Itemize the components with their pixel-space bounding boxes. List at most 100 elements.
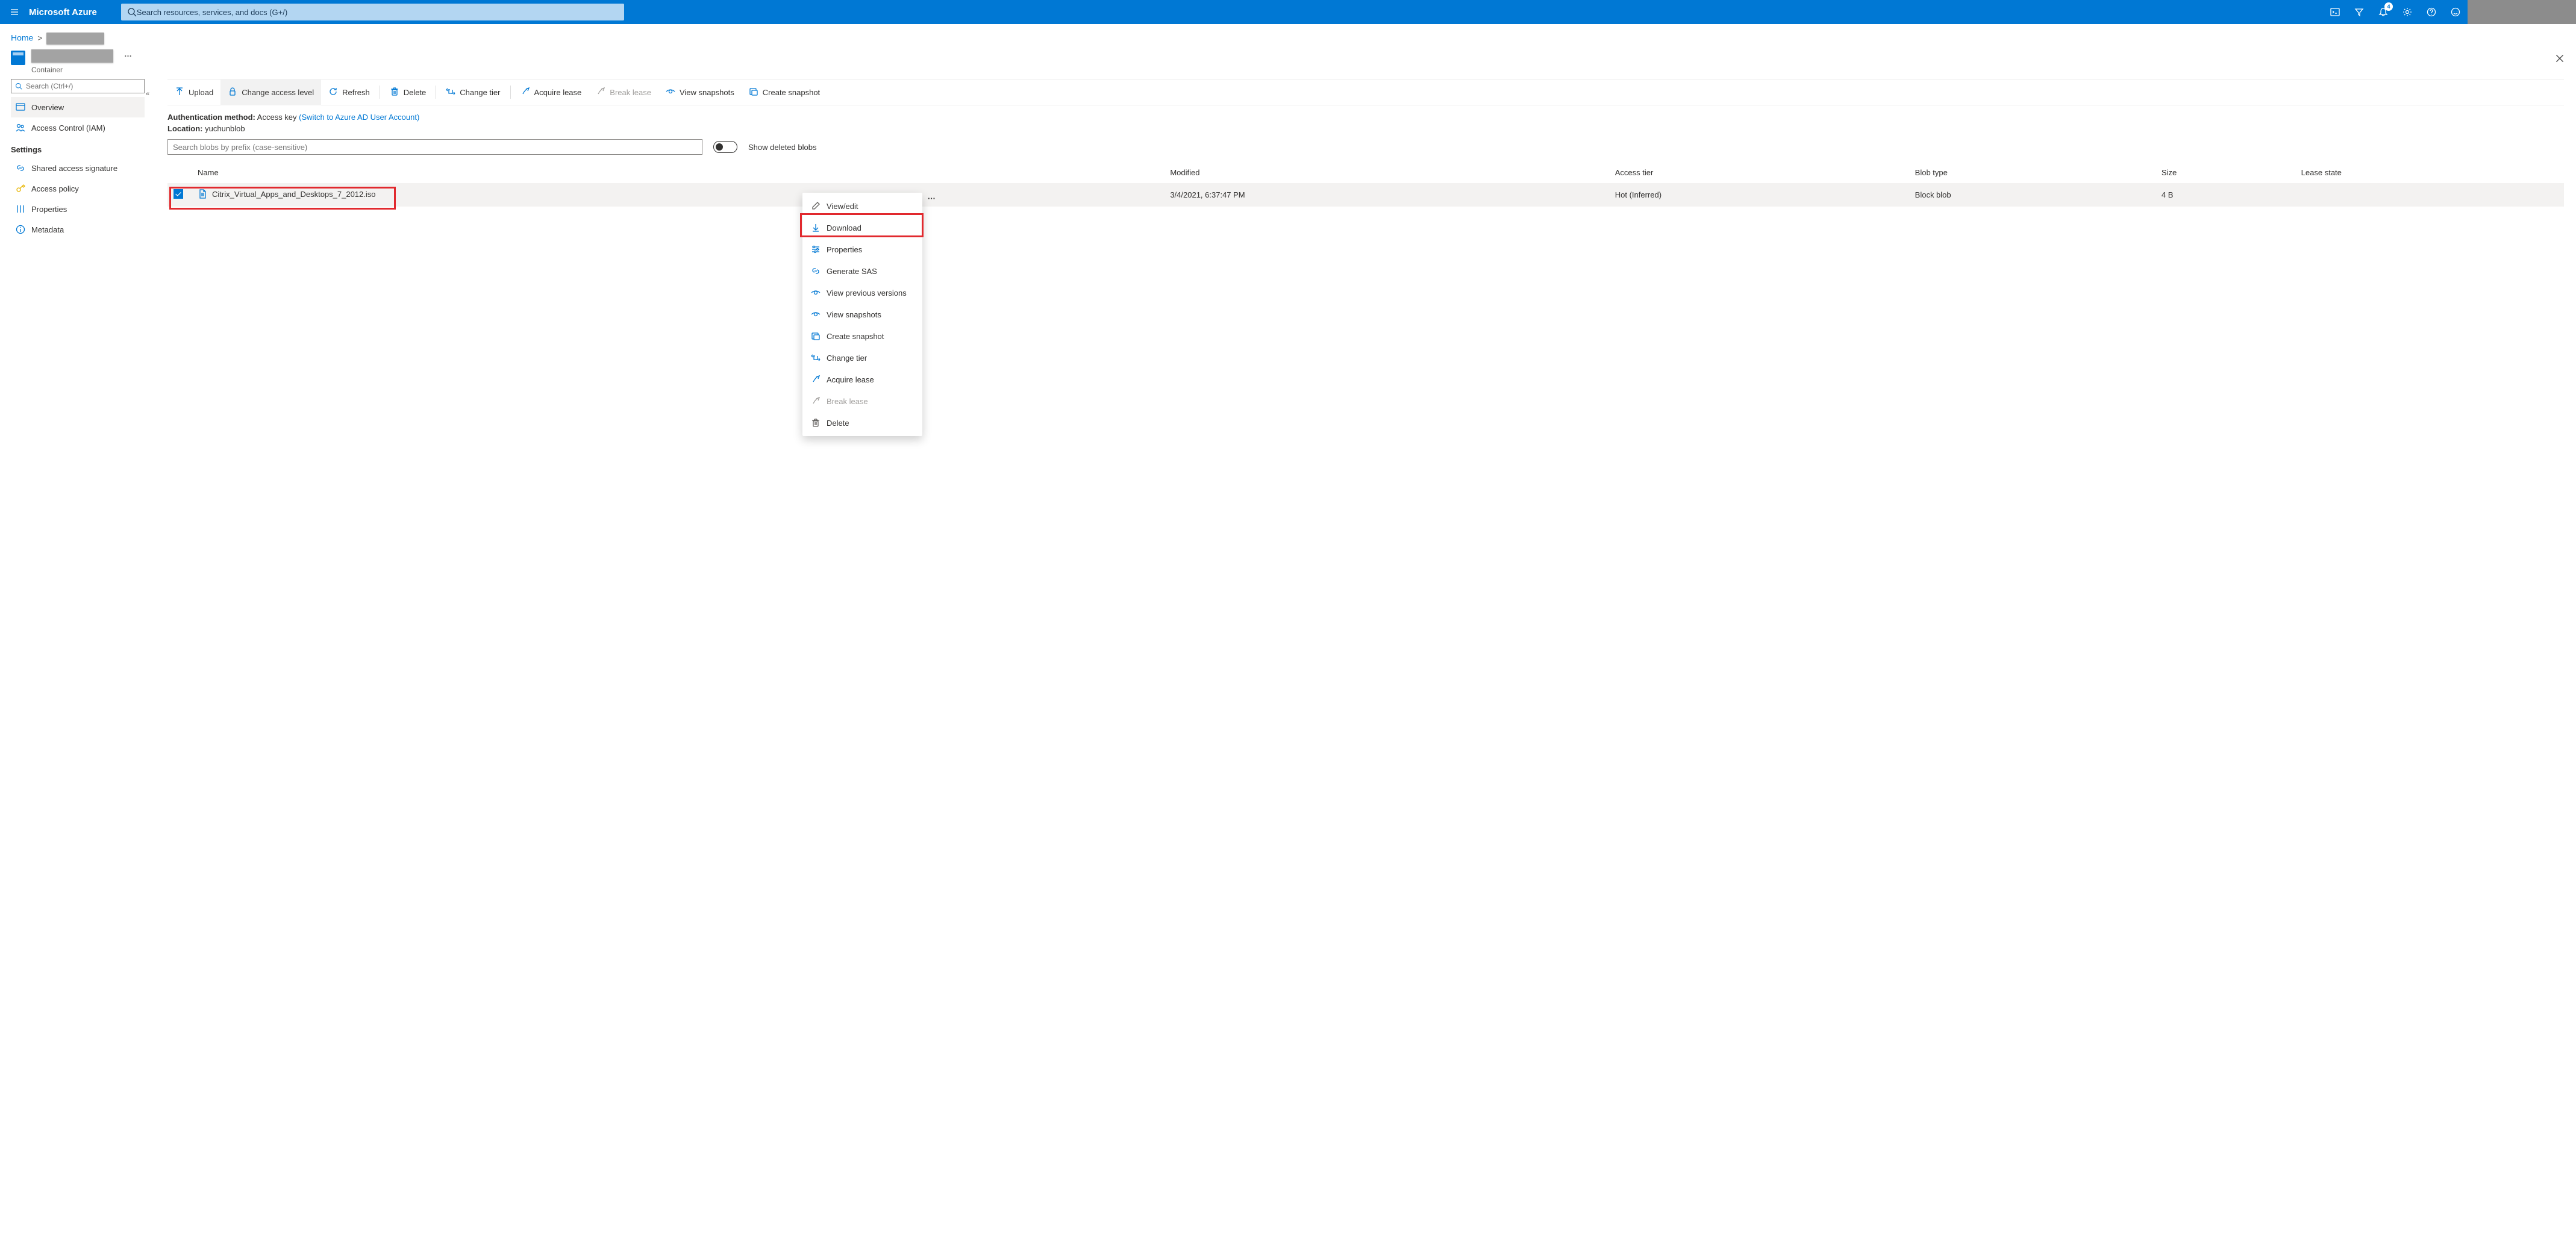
- column-header[interactable]: Size: [2156, 162, 2295, 183]
- break-lease-icon: [811, 396, 821, 406]
- trash-icon: [390, 87, 399, 96]
- row-checkbox[interactable]: [174, 189, 183, 199]
- context-delete[interactable]: Delete: [802, 412, 922, 434]
- lease-icon: [811, 375, 821, 384]
- lock-icon: [228, 87, 237, 96]
- change-access-level-button[interactable]: Change access level: [220, 79, 321, 105]
- switch-auth-link[interactable]: (Switch to Azure AD User Account): [299, 113, 419, 122]
- cloud-shell-icon: [2330, 7, 2340, 17]
- sidebar-item-metadata[interactable]: Metadata: [11, 219, 145, 240]
- container-icon: [11, 51, 25, 65]
- cell-blob-type: Block blob: [1909, 183, 2156, 207]
- context-view-edit[interactable]: View/edit: [802, 195, 922, 217]
- help-icon: [2427, 7, 2436, 17]
- sidebar-item-shared-access-signature[interactable]: Shared access signature: [11, 158, 145, 178]
- sidebar-item-properties[interactable]: Properties: [11, 199, 145, 219]
- cell-access-tier: Hot (Inferred): [1609, 183, 1909, 207]
- context-item-label: Download: [827, 223, 861, 232]
- context-download[interactable]: Download: [802, 217, 922, 238]
- context-item-label: Create snapshot: [827, 332, 884, 341]
- blob-table: NameModifiedAccess tierBlob typeSizeLeas…: [167, 162, 2564, 207]
- toolbar-button-label: Create snapshot: [763, 88, 820, 97]
- cloud-shell-button[interactable]: [2323, 0, 2347, 24]
- smile-icon: [2451, 7, 2460, 17]
- column-header[interactable]: Access tier: [1609, 162, 1909, 183]
- sidebar-item-overview[interactable]: Overview: [11, 97, 145, 117]
- account-area-redacted[interactable]: [2468, 0, 2576, 24]
- row-more-button[interactable]: ···: [928, 194, 936, 203]
- blob-search-input[interactable]: [167, 139, 702, 155]
- context-acquire-lease[interactable]: Acquire lease: [802, 369, 922, 390]
- toolbar-button-label: Change access level: [242, 88, 314, 97]
- sidebar-item-label: Access Control (IAM): [31, 123, 105, 132]
- upload-button[interactable]: Upload: [167, 79, 220, 105]
- directory-filter-button[interactable]: [2347, 0, 2371, 24]
- location-value: yuchunblob: [205, 124, 245, 133]
- help-button[interactable]: [2419, 0, 2443, 24]
- sidebar-search[interactable]: [11, 79, 145, 93]
- tier-icon: [811, 353, 821, 363]
- context-item-label: Generate SAS: [827, 267, 877, 276]
- column-header[interactable]: Name: [192, 162, 1164, 183]
- column-header[interactable]: Blob type: [1909, 162, 2156, 183]
- location-label: Location:: [167, 124, 203, 133]
- show-deleted-toggle[interactable]: [713, 141, 737, 153]
- delete-button[interactable]: Delete: [383, 79, 434, 105]
- breadcrumb-item-redacted[interactable]: [46, 33, 104, 45]
- link2-icon: [811, 266, 821, 276]
- global-search[interactable]: [121, 4, 624, 20]
- feedback-button[interactable]: [2443, 0, 2468, 24]
- auth-label: Authentication method:: [167, 113, 255, 122]
- close-blade-button[interactable]: [2554, 53, 2565, 66]
- hamburger-menu[interactable]: [0, 0, 29, 24]
- download-icon: [811, 223, 821, 232]
- change-tier-button[interactable]: Change tier: [439, 79, 507, 105]
- snapshot-icon: [749, 87, 758, 96]
- notifications-button[interactable]: 4: [2371, 0, 2395, 24]
- toolbar-button-label: View snapshots: [680, 88, 734, 97]
- sidebar-item-access-policy[interactable]: Access policy: [11, 178, 145, 199]
- context-generate-sas[interactable]: Generate SAS: [802, 260, 922, 282]
- view-snapshots-button[interactable]: View snapshots: [658, 79, 742, 105]
- sidebar-item-access-control-iam-[interactable]: Access Control (IAM): [11, 117, 145, 138]
- sidebar: « Overview Access Control (IAM) Settings…: [0, 79, 155, 240]
- sidebar-item-label: Overview: [31, 103, 64, 112]
- context-item-label: Delete: [827, 419, 849, 428]
- context-break-lease: Break lease: [802, 390, 922, 412]
- page-subtitle: Container: [31, 66, 113, 74]
- collapse-sidebar-button[interactable]: «: [146, 90, 149, 98]
- table-row[interactable]: Citrix_Virtual_Apps_and_Desktops_7_2012.…: [167, 183, 2564, 207]
- breadcrumb-home[interactable]: Home: [11, 33, 33, 43]
- auth-value: Access key: [257, 113, 297, 122]
- page-header: Container …: [0, 49, 2576, 79]
- toolbar-button-label: Acquire lease: [534, 88, 582, 97]
- view-icon: [811, 288, 821, 298]
- cell-size: 4 B: [2156, 183, 2295, 207]
- column-header[interactable]: Modified: [1164, 162, 1608, 183]
- brand-label[interactable]: Microsoft Azure: [29, 7, 121, 17]
- search-icon: [15, 83, 22, 90]
- context-item-label: View previous versions: [827, 288, 907, 298]
- context-view-snapshots[interactable]: View snapshots: [802, 304, 922, 325]
- acquire-lease-button[interactable]: Acquire lease: [513, 79, 589, 105]
- link-icon: [16, 163, 25, 173]
- pencil-icon: [811, 201, 821, 211]
- create-snapshot-button[interactable]: Create snapshot: [742, 79, 827, 105]
- settings-button[interactable]: [2395, 0, 2419, 24]
- filter-icon: [2354, 7, 2364, 17]
- show-deleted-label: Show deleted blobs: [748, 143, 816, 152]
- context-change-tier[interactable]: Change tier: [802, 347, 922, 369]
- sidebar-search-input[interactable]: [22, 82, 140, 90]
- header-more-button[interactable]: …: [124, 49, 132, 58]
- gear-icon: [2402, 7, 2412, 17]
- refresh-icon: [328, 87, 338, 96]
- settings-heading: Settings: [11, 138, 145, 158]
- toolbar-button-label: Delete: [404, 88, 427, 97]
- context-properties[interactable]: Properties: [802, 238, 922, 260]
- global-search-input[interactable]: [137, 8, 618, 17]
- sidebar-item-label: Shared access signature: [31, 164, 117, 173]
- context-view-previous-versions[interactable]: View previous versions: [802, 282, 922, 304]
- context-create-snapshot[interactable]: Create snapshot: [802, 325, 922, 347]
- column-header[interactable]: Lease state: [2295, 162, 2564, 183]
- refresh-button[interactable]: Refresh: [321, 79, 377, 105]
